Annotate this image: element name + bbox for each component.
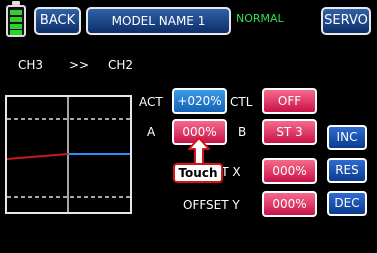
act-value-button[interactable]: +020% [172,88,227,114]
channel-from: CH3 [18,58,44,72]
servo-button[interactable]: SERVO [321,7,371,35]
a-label: A [147,125,156,139]
b-value-button[interactable]: ST 3 [262,119,317,145]
curve-left-segment [6,153,69,160]
arrow-up-icon [188,137,210,165]
b-label: B [238,125,247,139]
ctl-label: CTL [230,95,253,109]
curve-graph-svg [6,97,130,212]
dec-button[interactable]: DEC [327,191,367,216]
back-button[interactable]: BACK [34,7,81,35]
mode-indicator: NORMAL [236,12,284,25]
act-label: ACT [139,95,163,109]
ctl-value-button[interactable]: OFF [262,88,317,114]
channel-to: CH2 [108,58,134,72]
offset-x-value-button[interactable]: 000% [262,158,317,184]
offset-y-value-button[interactable]: 000% [262,191,317,217]
curve-graph [5,95,132,214]
channel-separator: >> [69,58,90,72]
touch-callout: Touch [173,163,223,183]
model-name-button[interactable]: MODEL NAME 1 [86,7,231,35]
inc-button[interactable]: INC [327,125,367,150]
res-button[interactable]: RES [327,158,367,183]
offset-y-label: OFFSET Y [183,198,240,212]
battery-icon [6,1,26,37]
